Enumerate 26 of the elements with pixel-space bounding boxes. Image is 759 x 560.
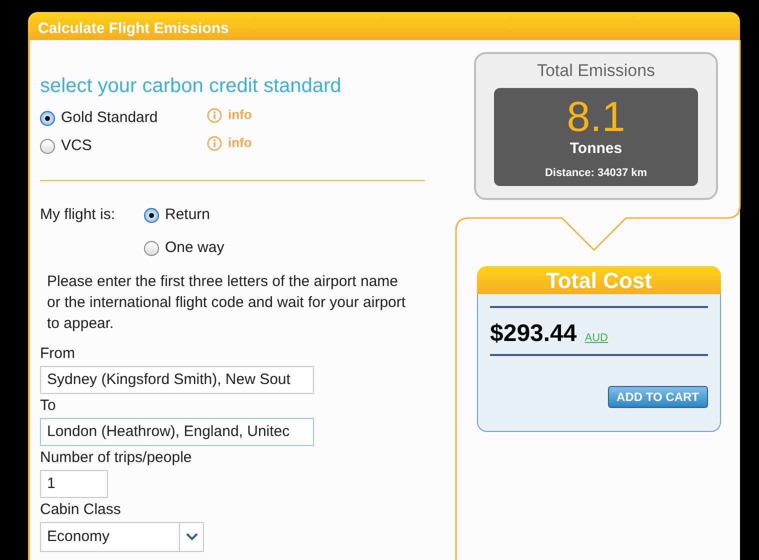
field-label: My flight is: [40, 205, 116, 226]
info-icon[interactable] [207, 136, 222, 150]
dropdown[interactable]: Economy [40, 522, 204, 552]
section-heading: select your carbon credit standard [40, 76, 342, 96]
field-label: To [40, 396, 57, 416]
unit-label: Tonnes [570, 139, 622, 159]
emissions-value: 8.1 [566, 96, 626, 138]
input-field[interactable]: 1 [40, 470, 108, 498]
radio-label[interactable]: One way [165, 237, 224, 260]
field-label: Cabin Class [40, 500, 122, 520]
info-icon[interactable] [207, 108, 222, 122]
distance-text: Distance: 34037 km [544, 166, 648, 180]
field-label: Number of trips/people [40, 448, 193, 468]
card-title: Total Emissions [536, 60, 656, 82]
cost-title: Total Cost [477, 266, 721, 296]
input-field[interactable]: London (Heathrow), England, Unitec [40, 418, 314, 446]
dropdown-value: Economy [47, 526, 110, 547]
chevron-down-icon [186, 533, 198, 541]
instructions-text: Please enter the first three letters of the airport name or the international flight code and wait for your airport to appear. [46, 272, 407, 334]
panel-title: Calculate Flight Emissions [28, 12, 740, 40]
radio-label[interactable]: Gold Standard [61, 106, 201, 130]
radio-label[interactable]: VCS [61, 134, 201, 158]
field-label: From [40, 344, 76, 364]
radio-label[interactable]: Return [165, 204, 210, 227]
input-field[interactable]: Sydney (Kingsford Smith), New Sout [40, 366, 314, 394]
price-text: $293.44 [490, 322, 577, 346]
